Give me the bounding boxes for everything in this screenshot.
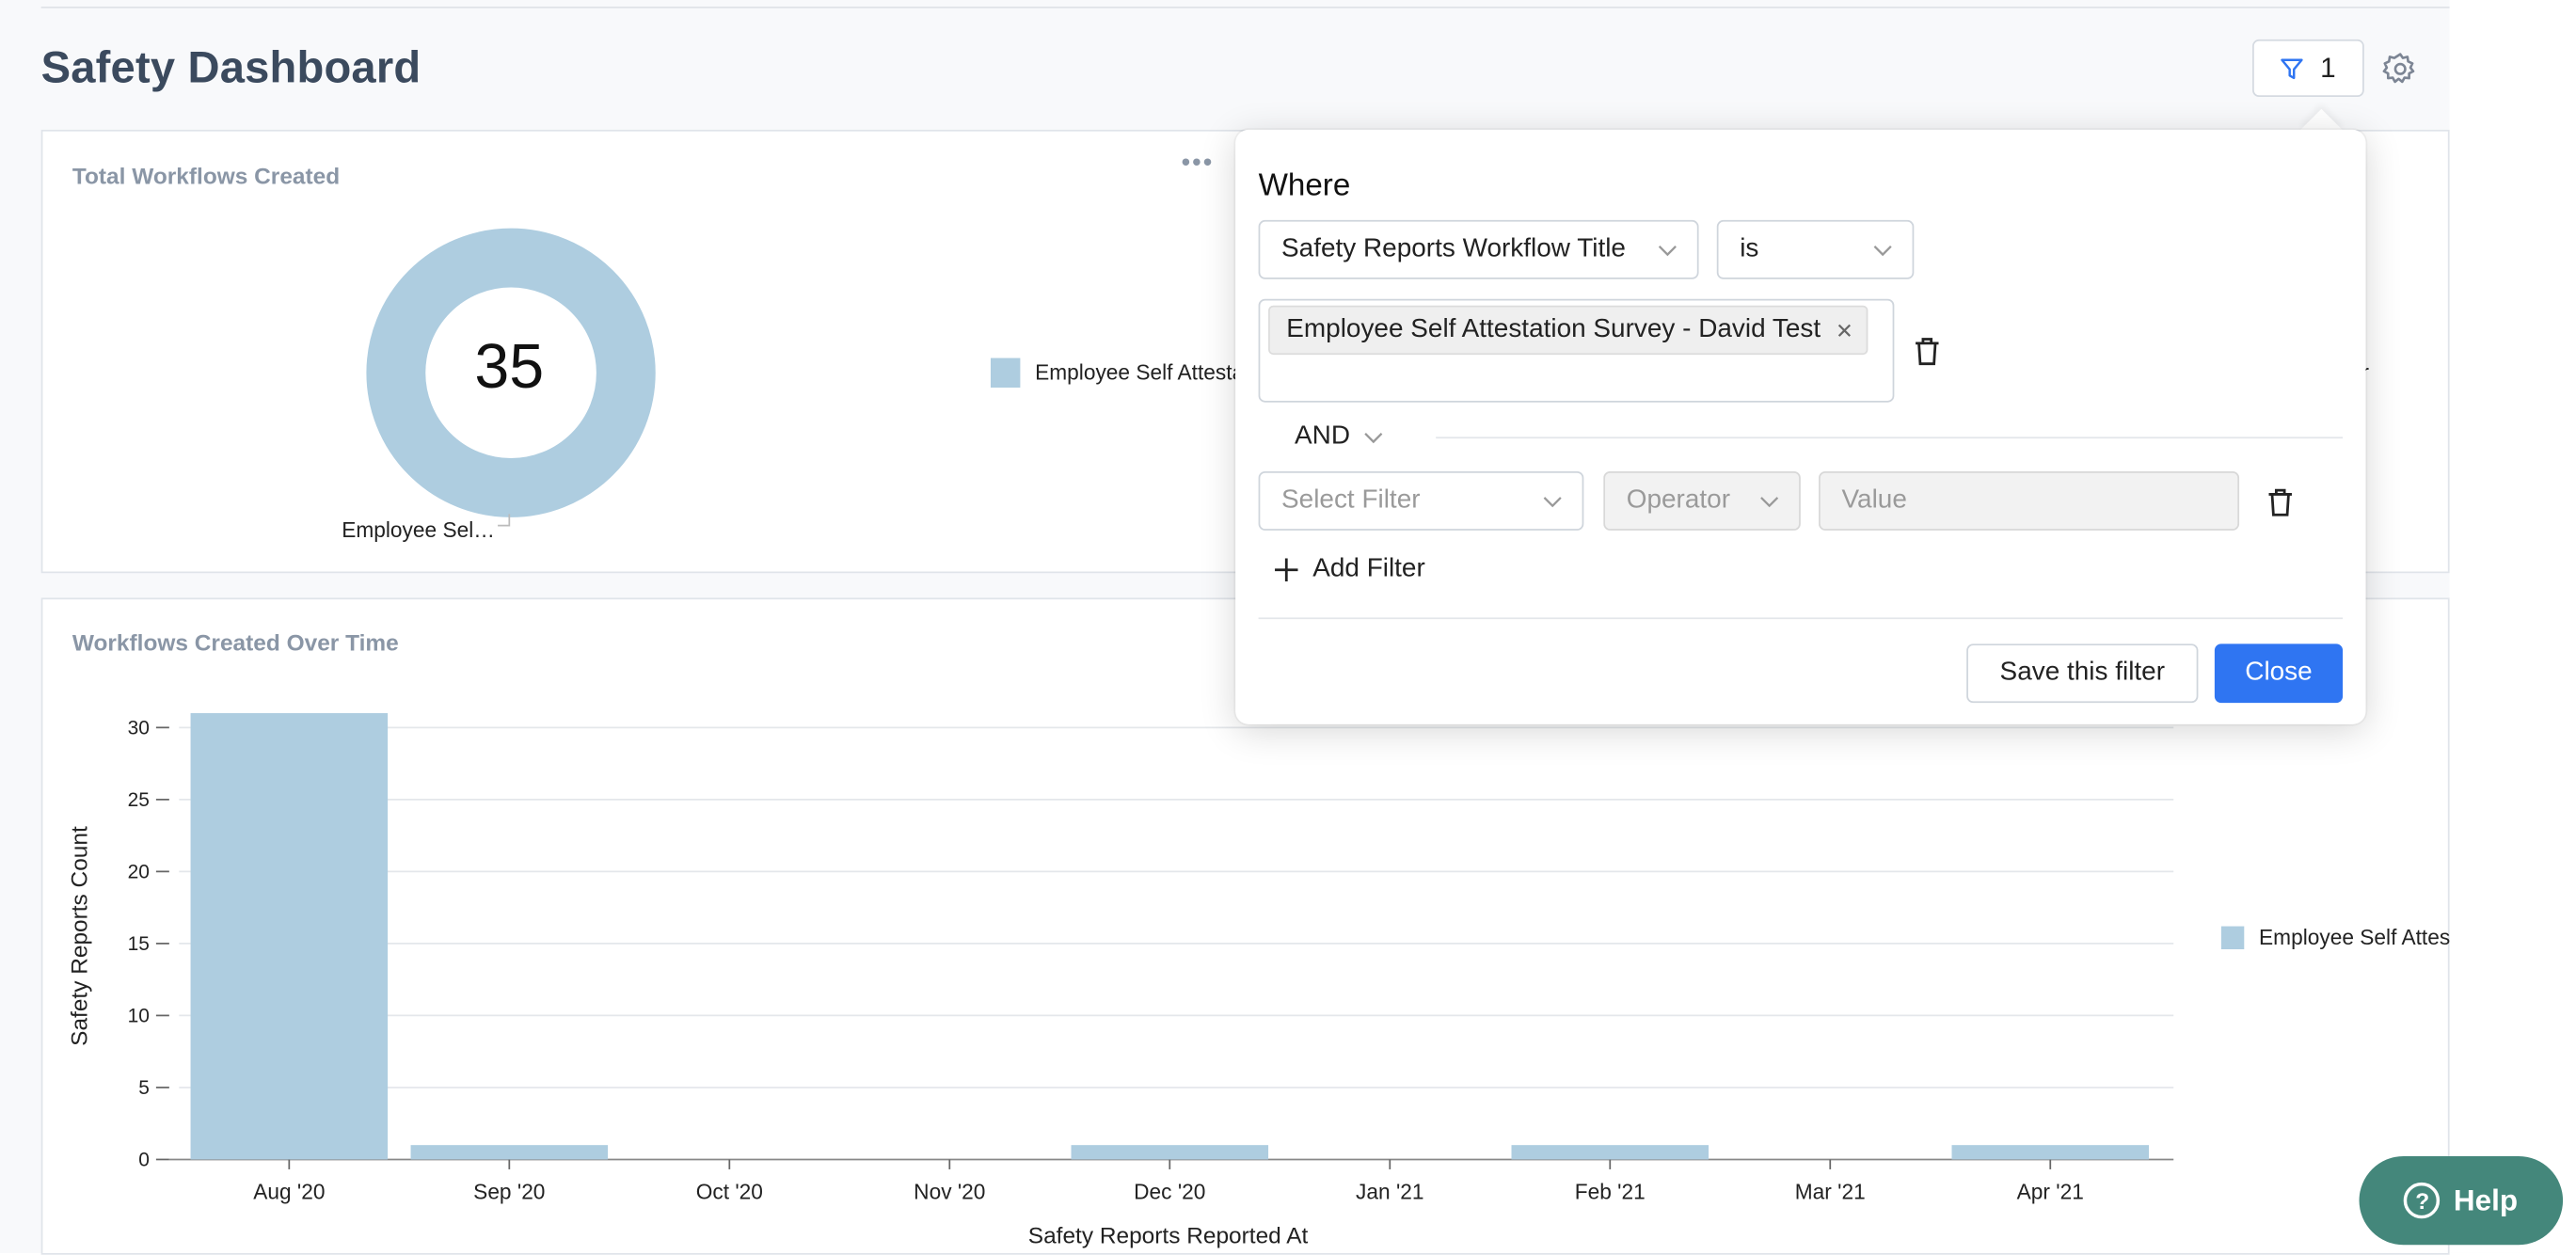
bar-chart: 0 5 10 15 20 25 30 Aug '20 Sep '20 Oct '20 Nov '20… xyxy=(68,713,2174,1248)
chevron-down-icon xyxy=(1873,246,1892,257)
bar xyxy=(1951,1145,2150,1160)
x-tick-label: Dec '20 xyxy=(1134,1179,1205,1203)
remove-tag-icon[interactable]: ✕ xyxy=(1836,319,1853,345)
bar-legend-swatch xyxy=(2220,926,2245,950)
chevron-down-icon xyxy=(1363,433,1382,444)
donut-slice-label: Employee Sel… xyxy=(342,516,495,543)
filter-count: 1 xyxy=(2320,51,2336,84)
header-divider xyxy=(40,6,2450,8)
y-tick-label: 25 xyxy=(128,789,150,811)
help-button[interactable]: ? Help xyxy=(2359,1155,2564,1246)
add-filter-label: Add Filter xyxy=(1312,555,1425,583)
chevron-down-icon xyxy=(1658,246,1677,257)
add-filter-button[interactable]: Add Filter xyxy=(1275,555,1425,584)
bar-legend-label[interactable]: Employee Self Attestation Survey - David… xyxy=(2259,925,2450,949)
gear-icon[interactable] xyxy=(2382,51,2418,87)
x-tick-label: Sep '20 xyxy=(473,1179,545,1203)
y-tick-label: 10 xyxy=(128,1005,150,1026)
right-margin xyxy=(2449,0,2576,1253)
filter-popover: Where Safety Reports Workflow Title is E… xyxy=(1235,129,2366,724)
y-tick-label: 5 xyxy=(138,1077,150,1099)
operator-select-value: is xyxy=(1740,234,1759,263)
donut-total: 35 xyxy=(474,333,545,403)
close-button[interactable]: Close xyxy=(2214,643,2344,704)
new-operator-select[interactable]: Operator xyxy=(1603,471,1801,531)
filter-button[interactable]: 1 xyxy=(2252,39,2364,97)
chevron-down-icon xyxy=(1760,497,1779,508)
new-value-input[interactable]: Value xyxy=(1819,471,2240,531)
field-select-value: Safety Reports Workflow Title xyxy=(1281,234,1626,263)
x-tick-label: Oct '20 xyxy=(696,1179,763,1203)
trash-icon[interactable] xyxy=(1914,337,1940,366)
footer-divider xyxy=(1258,617,2344,620)
donut-legend-label[interactable]: Employee Self Attestation Survey - David… xyxy=(1035,359,1235,384)
y-tick-label: 20 xyxy=(128,861,150,882)
value-tag-label: Employee Self Attestation Survey - David… xyxy=(1286,315,1821,343)
x-tick-label: Nov '20 xyxy=(914,1179,985,1203)
y-axis-title: Safety Reports Count xyxy=(68,826,93,1046)
where-label: Where xyxy=(1258,168,1351,204)
chevron-down-icon xyxy=(1543,497,1562,508)
bar xyxy=(1071,1145,1269,1160)
trash-icon[interactable] xyxy=(2267,487,2294,516)
app-root: Safety Dashboard 1 Total Workflows Creat… xyxy=(0,0,2576,1255)
x-tick-label: Aug '20 xyxy=(253,1179,325,1203)
funnel-icon xyxy=(2281,57,2304,79)
new-filter-placeholder: Select Filter xyxy=(1281,485,1421,515)
x-axis-title: Safety Reports Reported At xyxy=(1028,1223,1309,1248)
plus-icon xyxy=(1275,558,1298,581)
value-tag: Employee Self Attestation Survey - David… xyxy=(1268,305,1868,356)
x-tick-label: Jan '21 xyxy=(1356,1179,1423,1203)
help-label: Help xyxy=(2453,1183,2519,1216)
field-select[interactable]: Safety Reports Workflow Title xyxy=(1258,219,1699,279)
page-title: Safety Dashboard xyxy=(40,42,421,92)
and-divider xyxy=(1436,437,2344,439)
conjunction-select[interactable]: AND xyxy=(1295,422,1383,452)
card-menu-icon[interactable]: ••• xyxy=(1182,150,1215,179)
x-tick-label: Apr '21 xyxy=(2017,1179,2084,1203)
x-tick-label: Mar '21 xyxy=(1795,1179,1866,1203)
y-tick-label: 30 xyxy=(128,717,150,739)
conjunction-label: AND xyxy=(1295,421,1350,451)
bar xyxy=(1511,1145,1709,1160)
legend-swatch xyxy=(990,357,1021,388)
donut-leader-line xyxy=(498,514,511,527)
y-tick-label: 0 xyxy=(138,1149,150,1170)
bar-card-title: Workflows Created Over Time xyxy=(72,628,399,656)
bar xyxy=(410,1145,609,1160)
x-tick-label: Feb '21 xyxy=(1575,1179,1646,1203)
operator-select[interactable]: is xyxy=(1716,219,1915,279)
question-icon: ? xyxy=(2404,1182,2441,1219)
donut-card-title: Total Workflows Created xyxy=(72,162,341,189)
value-multiselect[interactable]: Employee Self Attestation Survey - David… xyxy=(1258,298,1895,403)
y-tick-label: 15 xyxy=(128,933,150,955)
new-filter-select[interactable]: Select Filter xyxy=(1258,471,1584,531)
save-filter-button[interactable]: Save this filter xyxy=(1966,643,2199,704)
new-operator-placeholder: Operator xyxy=(1626,485,1730,515)
new-value-placeholder: Value xyxy=(1841,485,1907,515)
bar xyxy=(190,713,389,1160)
